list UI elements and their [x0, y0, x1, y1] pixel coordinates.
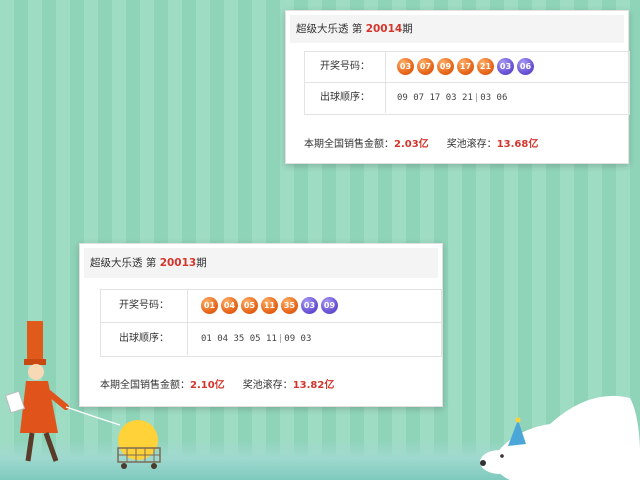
draw-result-table: 开奖号码： 03 07 09 17 21 03 06 出球顺序： 09 07 17 03 2…	[304, 51, 630, 115]
card-header: 超级大乐透 第 20014期	[290, 15, 624, 43]
draw-order-front: 09 07 17 03 21	[397, 93, 473, 103]
issue-number: 20014	[365, 23, 403, 35]
watermark: 说说	[602, 455, 630, 471]
draw-order-back: 09 03	[284, 334, 312, 344]
back-ball: 06	[517, 57, 534, 75]
draw-card-20014: 超级大乐透 第 20014期 开奖号码： 03 07 09 17 21 03 06 出球顺序…	[285, 10, 630, 164]
issue-prefix: 第	[351, 23, 363, 35]
winning-numbers-row: 开奖号码： 03 07 09 17 21 03 06	[305, 52, 629, 83]
sales-value: 2.10亿	[190, 380, 225, 391]
issue-number: 20013	[159, 257, 197, 269]
issue-suffix: 期	[196, 257, 207, 269]
pool-label: 奖池滚存：	[242, 380, 293, 391]
lottery-name: 超级大乐透	[296, 23, 349, 35]
front-ball: 04	[221, 296, 238, 314]
winning-numbers-label: 开奖号码：	[305, 52, 386, 82]
sales-value: 2.03亿	[394, 139, 429, 150]
draw-order-row: 出球顺序： 09 07 17 03 21|03 06	[305, 83, 629, 113]
pool-value: 13.82亿	[292, 380, 335, 391]
draw-order-label: 出球顺序：	[305, 83, 386, 113]
pool-label: 奖池滚存：	[446, 139, 497, 150]
card-header: 超级大乐透 第 20013期	[84, 248, 438, 278]
sales-label: 本期全国销售金额：	[304, 139, 394, 150]
front-ball: 05	[241, 296, 258, 314]
winning-balls: 01 04 05 11 35 03 09	[201, 290, 341, 322]
draw-order-front: 01 04 35 05 11	[201, 334, 277, 344]
back-ball: 09	[321, 296, 338, 314]
back-ball: 03	[301, 296, 318, 314]
winning-balls: 03 07 09 17 21 03 06	[397, 52, 537, 82]
front-ball: 11	[261, 296, 278, 314]
front-ball: 35	[281, 296, 298, 314]
sales-summary: 本期全国销售金额：2.03亿 奖池滚存：13.68亿	[304, 135, 538, 150]
front-ball: 07	[417, 57, 434, 75]
draw-order-value: 01 04 35 05 11|09 03	[201, 323, 311, 355]
front-ball: 03	[397, 57, 414, 75]
draw-order-value: 09 07 17 03 21|03 06	[397, 83, 507, 113]
front-ball: 17	[457, 57, 474, 75]
back-ball: 03	[497, 57, 514, 75]
yellow-cart-ball-illustration	[117, 420, 161, 469]
lottery-name: 超级大乐透	[90, 257, 143, 269]
issue-suffix: 期	[402, 23, 413, 35]
front-ball: 09	[437, 57, 454, 75]
issue-prefix: 第	[145, 257, 157, 269]
front-ball: 21	[477, 57, 494, 75]
pool-value: 13.68亿	[496, 139, 539, 150]
front-ball: 01	[201, 296, 218, 314]
draw-order-back: 03 06	[480, 93, 508, 103]
